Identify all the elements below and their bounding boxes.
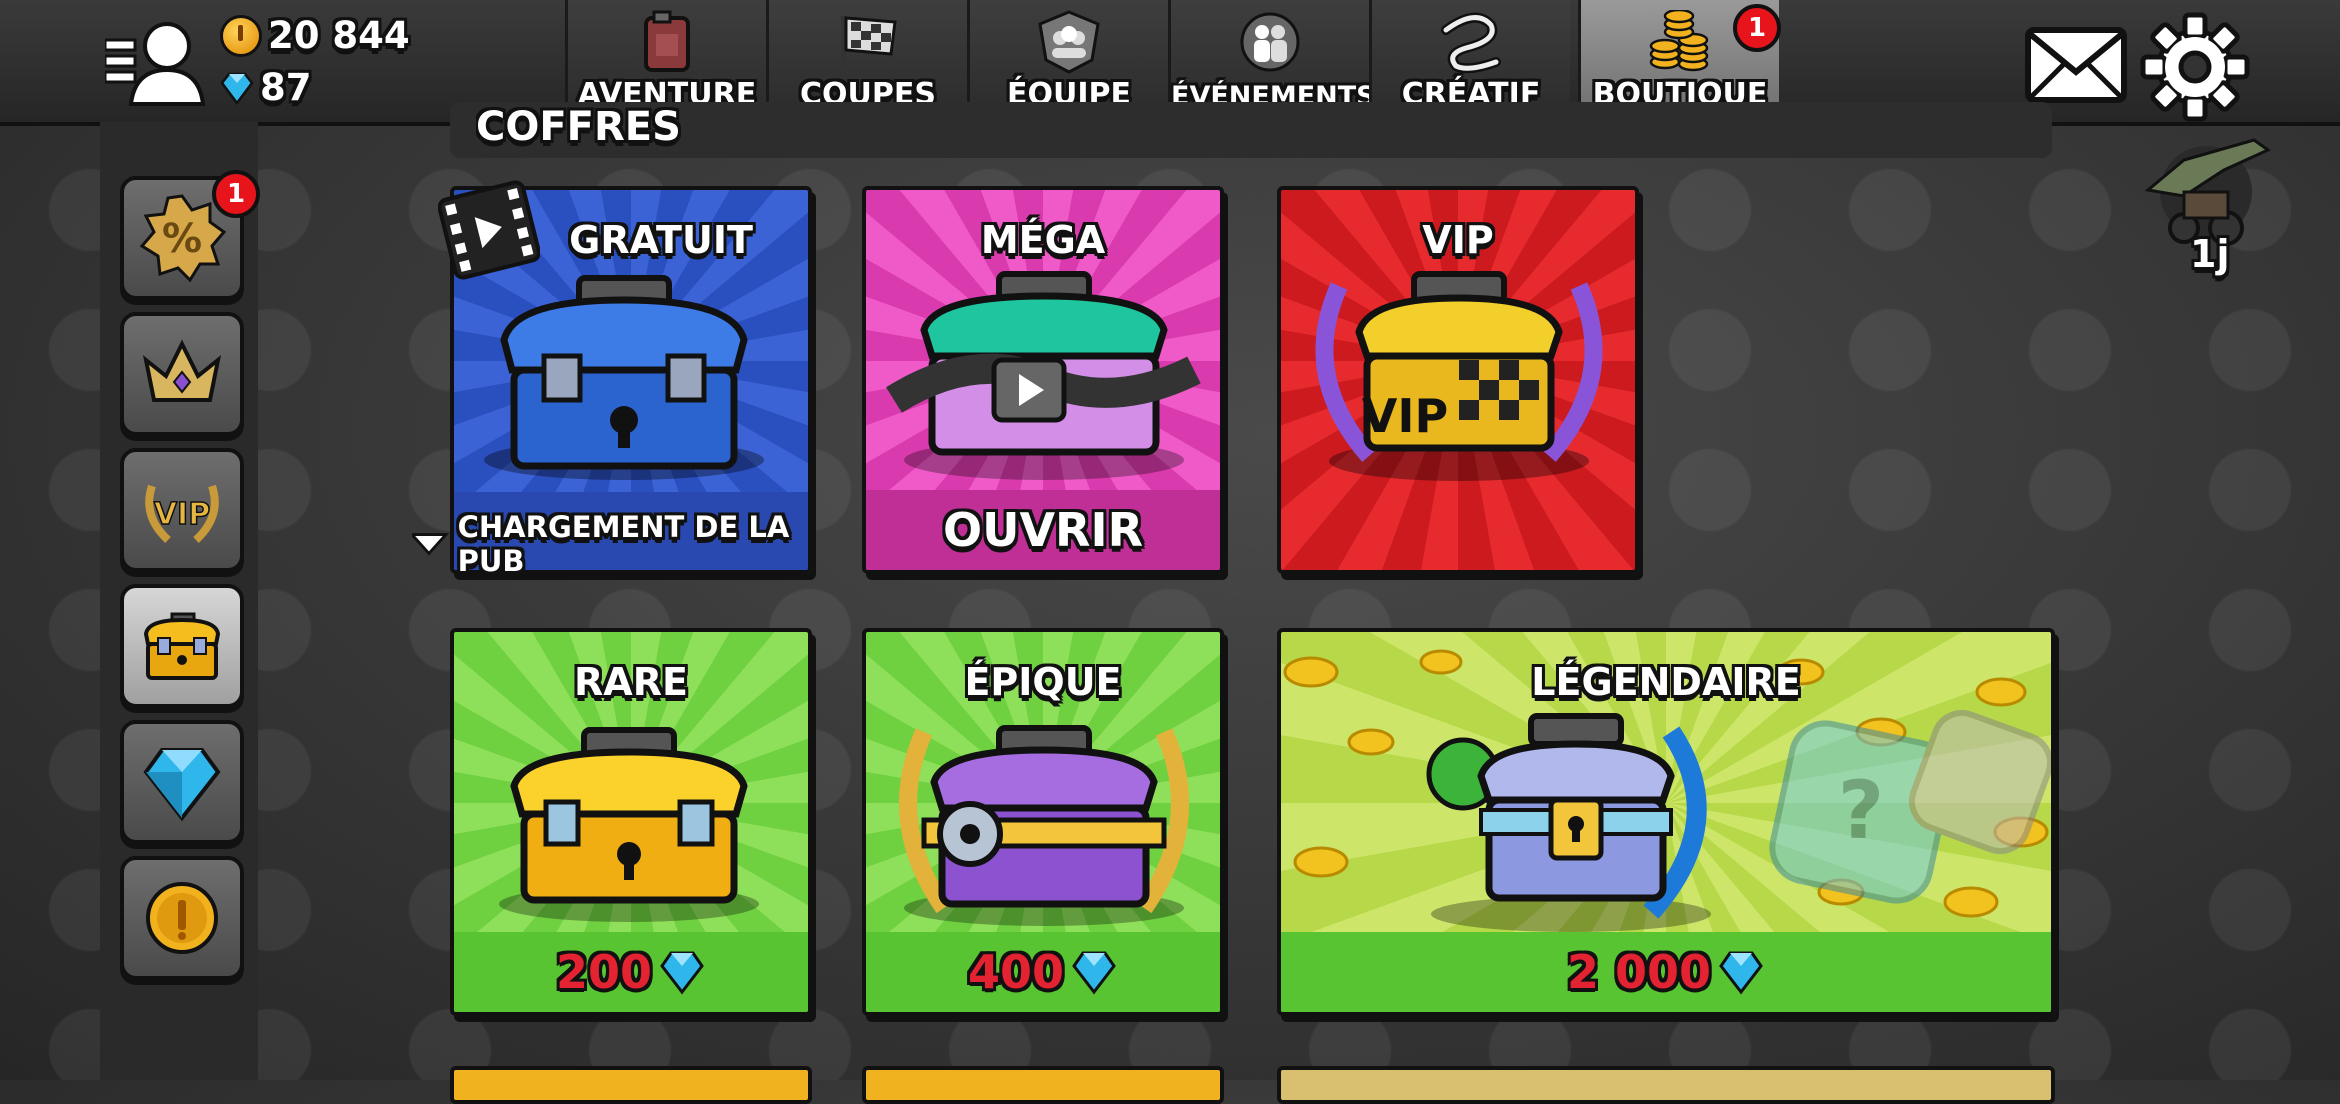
fuel-can-icon [644, 10, 690, 72]
open-button[interactable]: OUVRIR [866, 490, 1220, 570]
gem-amount: 87 [260, 66, 312, 109]
blue-chest-icon [484, 275, 764, 480]
sidebar-item-chests[interactable] [120, 584, 244, 708]
chest-card-partial[interactable] [1277, 1066, 2055, 1104]
discount-percent-icon: % [139, 194, 226, 282]
card-title: ÉPIQUE [964, 660, 1122, 704]
creative-track-icon [1441, 12, 1501, 74]
vip-chest-icon: VIP [1315, 271, 1603, 481]
loading-ad-text: CHARGEMENT DE LA PUB [457, 510, 790, 578]
card-title: RARE [574, 660, 688, 704]
price-amount: 2 000 [1566, 945, 1712, 999]
rare-chest-icon [499, 727, 759, 922]
coin-stacks-icon [1649, 10, 1709, 72]
chest-card-partial[interactable] [862, 1066, 1224, 1104]
gem-icon [220, 72, 254, 105]
card-title: GRATUIT [569, 218, 753, 262]
loading-ad-label: CHARGEMENT DE LA PUB [412, 510, 842, 578]
price-button[interactable]: 2 000 [1281, 932, 2051, 1012]
crown-icon [142, 339, 222, 402]
coin-icon [220, 14, 262, 57]
card-title: MÉGA [980, 218, 1106, 262]
section-title: COFFRES [476, 104, 681, 150]
notification-badge: 1 [212, 170, 260, 218]
gear-icon[interactable] [2140, 12, 2250, 122]
gem-icon [1072, 951, 1116, 995]
price-button[interactable]: 200 [454, 932, 808, 1012]
sidebar-item-vip[interactable]: VIP [120, 448, 244, 572]
gem-icon [660, 951, 704, 995]
svg-text:VIP: VIP [154, 497, 210, 532]
chest-card-partial[interactable] [450, 1066, 812, 1104]
timer-label: 1j [2190, 232, 2230, 276]
chest-icon [143, 612, 221, 680]
notification-badge: 1 [1733, 4, 1781, 52]
video-ad-icon [438, 180, 540, 280]
sidebar-item-gems[interactable] [120, 720, 244, 844]
svg-text:?: ? [1838, 764, 1884, 857]
event-people-icon [1240, 12, 1300, 72]
svg-text:%: % [162, 216, 202, 262]
sidebar-item-coins[interactable] [120, 856, 244, 980]
price-amount: 400 [967, 945, 1065, 999]
loading-spinner-icon [412, 533, 450, 556]
sidebar-item-offers[interactable]: % 1 [120, 170, 260, 300]
mega-chest-icon [886, 271, 1201, 480]
sidebar-item-crown[interactable] [120, 312, 244, 436]
section-header-bar [450, 102, 2052, 158]
epic-chest-icon [899, 725, 1189, 926]
team-badge-icon [1038, 10, 1100, 74]
sidebar: % 1 VIP [100, 122, 260, 1080]
chest-card-legendary[interactable]: ? LÉGENDAIRE 2 000 [1277, 628, 2055, 1016]
price-amount: 200 [555, 945, 653, 999]
gem-icon [1719, 951, 1763, 995]
svg-text:VIP: VIP [1362, 389, 1448, 443]
checkered-flag-icon [841, 16, 897, 72]
chest-card-epic[interactable]: ÉPIQUE 400 [862, 628, 1224, 1016]
vip-laurel-icon: VIP [145, 484, 219, 543]
chest-card-mega[interactable]: MÉGA OUVRIR [862, 186, 1224, 574]
legendary-chest-icon [1426, 713, 1711, 932]
chest-card-vip[interactable]: VIP VIP [1277, 186, 1639, 574]
gem-icon [143, 748, 221, 822]
coin-balance: 20 844 [220, 14, 410, 57]
coin-icon [146, 882, 218, 954]
profile-icon[interactable] [105, 18, 205, 106]
gem-balance: 87 [220, 66, 312, 109]
mail-icon[interactable] [2022, 22, 2130, 108]
chest-card-rare[interactable]: RARE 200 [450, 628, 812, 1016]
coin-amount: 20 844 [268, 14, 410, 57]
price-button[interactable]: 400 [866, 932, 1220, 1012]
